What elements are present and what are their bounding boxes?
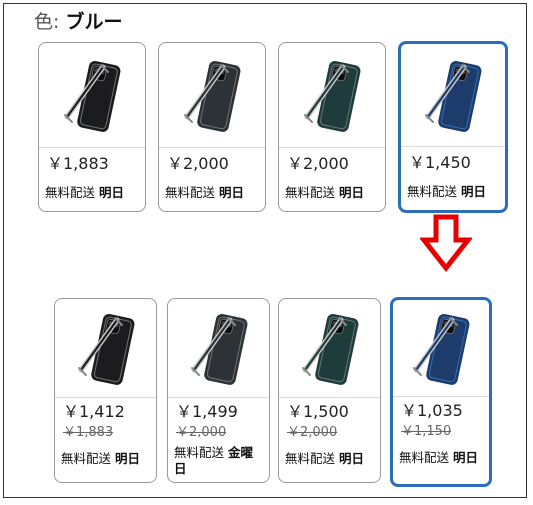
phone-bumper-image bbox=[159, 43, 265, 147]
swatch-divider bbox=[159, 147, 265, 148]
color-value: ブルー bbox=[65, 11, 123, 33]
swatch-divider bbox=[168, 397, 269, 398]
original-price: ￥2,000 bbox=[176, 425, 227, 440]
swatch-price: ￥1,035 bbox=[401, 401, 463, 420]
phone-bumper-image bbox=[39, 43, 145, 147]
swatch-price: ￥1,500 bbox=[287, 402, 349, 421]
shipping-info: 無料配送 明日 bbox=[399, 450, 485, 466]
shipping-text: 無料配送 bbox=[285, 451, 336, 466]
swatch-divider bbox=[279, 147, 385, 148]
color-selection-label: 色: ブルー bbox=[34, 10, 122, 34]
shipping-text: 無料配送 bbox=[174, 445, 225, 460]
swatch-bottom-teal[interactable]: ￥1,500 ￥2,000 無料配送 明日 bbox=[278, 298, 381, 483]
swatch-bottom-graphite[interactable]: ￥1,499 ￥2,000 無料配送 金曜日 bbox=[167, 298, 270, 483]
shipping-info: 無料配送 明日 bbox=[45, 185, 141, 201]
delivery-day: 明日 bbox=[99, 185, 125, 200]
delivery-day: 明日 bbox=[461, 184, 487, 199]
delivery-day: 明日 bbox=[339, 185, 365, 200]
original-price: ￥2,000 bbox=[287, 425, 338, 440]
swatch-price: ￥1,412 bbox=[63, 402, 125, 421]
original-price: ￥1,883 bbox=[63, 425, 114, 440]
shipping-text: 無料配送 bbox=[165, 185, 216, 200]
delivery-day: 明日 bbox=[219, 185, 245, 200]
original-price: ￥1,150 bbox=[401, 424, 452, 439]
delivery-day: 明日 bbox=[115, 451, 141, 466]
swatch-price: ￥1,499 bbox=[176, 402, 238, 421]
swatch-price: ￥2,000 bbox=[287, 154, 349, 173]
swatch-divider bbox=[39, 147, 145, 148]
shipping-info: 無料配送 明日 bbox=[285, 185, 381, 201]
shipping-text: 無料配送 bbox=[407, 184, 458, 199]
shipping-info: 無料配送 明日 bbox=[407, 184, 501, 200]
swatch-divider bbox=[401, 146, 505, 147]
color-key: 色: bbox=[34, 11, 60, 33]
shipping-text: 無料配送 bbox=[61, 451, 112, 466]
swatch-bottom-black[interactable]: ￥1,412 ￥1,883 無料配送 明日 bbox=[54, 298, 157, 483]
phone-bumper-image bbox=[393, 300, 489, 396]
swatch-bottom-blue-selected[interactable]: ￥1,035 ￥1,150 無料配送 明日 bbox=[390, 297, 492, 487]
swatch-price: ￥1,450 bbox=[409, 153, 471, 172]
phone-bumper-image bbox=[401, 44, 505, 146]
shipping-text: 無料配送 bbox=[45, 185, 96, 200]
phone-bumper-image bbox=[168, 299, 269, 397]
down-arrow-icon bbox=[418, 214, 474, 276]
phone-bumper-image bbox=[279, 43, 385, 147]
shipping-info: 無料配送 明日 bbox=[165, 185, 261, 201]
swatch-price: ￥1,883 bbox=[47, 154, 109, 173]
delivery-day: 明日 bbox=[339, 451, 365, 466]
shipping-info: 無料配送 金曜日 bbox=[174, 445, 265, 477]
swatch-divider bbox=[55, 397, 156, 398]
swatch-top-graphite[interactable]: ￥2,000 無料配送 明日 bbox=[158, 42, 266, 212]
phone-bumper-image bbox=[55, 299, 156, 397]
swatch-top-black[interactable]: ￥1,883 無料配送 明日 bbox=[38, 42, 146, 212]
delivery-day: 明日 bbox=[453, 450, 479, 465]
swatch-price: ￥2,000 bbox=[167, 154, 229, 173]
shipping-info: 無料配送 明日 bbox=[61, 451, 152, 467]
swatch-top-blue-selected[interactable]: ￥1,450 無料配送 明日 bbox=[398, 41, 508, 213]
phone-bumper-image bbox=[279, 299, 380, 397]
shipping-text: 無料配送 bbox=[285, 185, 336, 200]
shipping-info: 無料配送 明日 bbox=[285, 451, 376, 467]
swatch-divider bbox=[279, 397, 380, 398]
shipping-text: 無料配送 bbox=[399, 450, 450, 465]
swatch-top-teal[interactable]: ￥2,000 無料配送 明日 bbox=[278, 42, 386, 212]
swatch-divider bbox=[393, 396, 489, 397]
